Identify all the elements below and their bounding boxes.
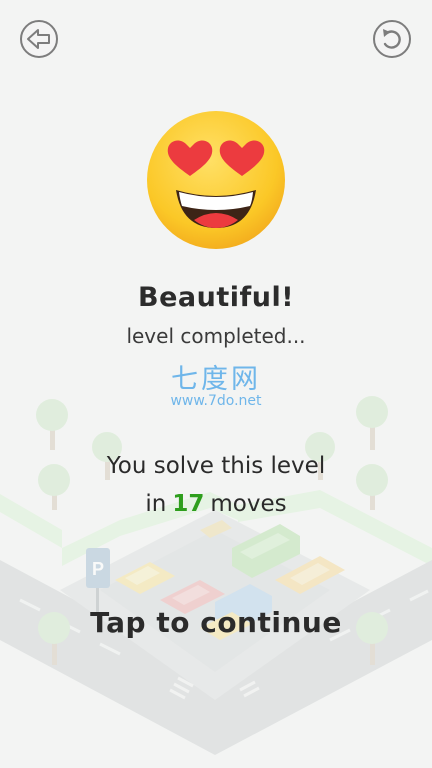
result-subtitle: level completed... (126, 324, 306, 348)
moves-prefix: in (145, 491, 167, 517)
tap-to-continue-button[interactable]: Tap to continue (0, 606, 432, 639)
moves-line: in 17 moves (0, 491, 432, 517)
watermark-name: 七度网 (171, 364, 261, 395)
solve-message: You solve this level (106, 453, 326, 479)
heart-eyes-emoji-icon (147, 111, 285, 249)
back-button[interactable] (20, 20, 58, 58)
restart-icon (383, 29, 401, 49)
back-arrow-icon (27, 29, 50, 49)
watermark-url: www.7do.net (170, 393, 262, 409)
moves-count: 17 (172, 491, 205, 517)
moves-suffix: moves (210, 491, 287, 517)
restart-button[interactable] (373, 20, 411, 58)
result-title: Beautiful! (137, 282, 295, 313)
